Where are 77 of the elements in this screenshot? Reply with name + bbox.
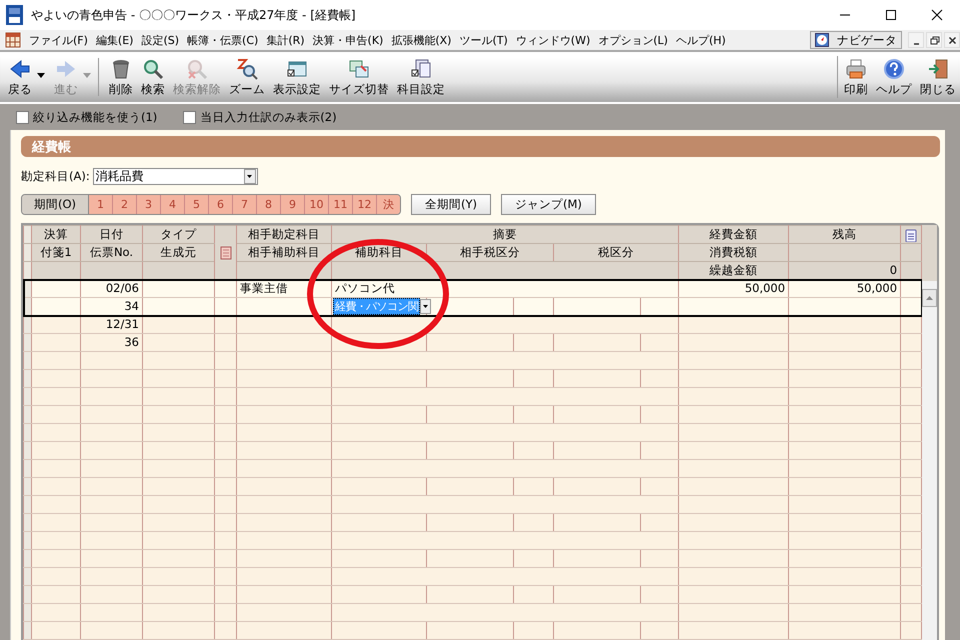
menu-item[interactable]: 拡張機能(X) — [387, 32, 456, 48]
notebook-icon[interactable] — [220, 246, 232, 260]
vertical-scrollbar[interactable] — [922, 225, 937, 640]
section-header: 経費帳 — [21, 136, 940, 157]
table-cell: 02/06 — [80, 280, 142, 298]
search-icon — [186, 58, 208, 80]
toolbar-button[interactable]: ズーム — [225, 52, 269, 102]
ledger-record[interactable]: 02/06 事業主借 パソコン代 50,000 50,000 34 経費・パソコン関 — [24, 280, 922, 316]
toolbar-button[interactable]: 戻る — [4, 52, 50, 102]
toolbar-button[interactable]: 表示設定 — [269, 52, 325, 102]
zoom-icon — [236, 58, 258, 80]
column-header: 伝票No. — [80, 244, 142, 262]
caret-icon — [247, 175, 252, 178]
left-arrow-icon — [9, 58, 31, 80]
period-label: 期間(O) — [22, 195, 89, 214]
column-header: 経費金額 — [678, 226, 789, 244]
column-header: 税区分 — [554, 244, 679, 262]
period-button[interactable]: 全期間(Y) — [411, 194, 491, 215]
table-cell: 事業主借 — [236, 280, 332, 298]
trash-icon — [110, 58, 132, 80]
app-logo-icon — [6, 5, 23, 25]
toolbar-button[interactable]: 閉じる — [916, 56, 960, 98]
maximize-icon[interactable] — [885, 9, 897, 21]
menu-item[interactable]: 決算・申告(K) — [308, 32, 388, 48]
printer-icon — [845, 58, 867, 80]
scroll-up-button[interactable] — [922, 289, 937, 307]
toolbar-button[interactable]: 科目設定 — [393, 52, 449, 102]
toolbar-button[interactable]: 印刷 — [840, 56, 872, 98]
caret-icon[interactable] — [37, 73, 45, 78]
door-icon — [927, 58, 949, 80]
checkbox[interactable]: 当日入力仕訳のみ表示(2) — [183, 110, 337, 124]
column-header: 生成元 — [142, 244, 214, 262]
caret-icon[interactable] — [423, 305, 428, 308]
column-header: 日付 — [80, 226, 142, 244]
column-header: 相手勘定科目 — [236, 226, 332, 244]
checkbox[interactable]: 絞り込み機能を使う(1) — [16, 110, 158, 124]
menu-item[interactable]: 編集(E) — [92, 32, 138, 48]
table-cell: 50,000 — [788, 280, 901, 298]
cards-icon — [410, 58, 432, 80]
ledger-icon[interactable] — [5, 32, 21, 48]
column-header: 消費税額 — [678, 244, 789, 262]
up-arrow-icon — [926, 296, 934, 300]
close-icon[interactable] — [946, 34, 958, 46]
menu-item[interactable]: 帳簿・伝票(C) — [183, 32, 262, 48]
field-label: 勘定科目(A): — [21, 169, 90, 184]
toolbar-button[interactable]: 検索 — [137, 52, 169, 102]
period-button[interactable]: ジャンプ(M) — [501, 194, 596, 215]
menu-item[interactable]: ウィンドウ(W) — [512, 32, 594, 48]
menu-item[interactable]: ファイル(F) — [25, 32, 92, 48]
toolbar-button[interactable]: 削除 — [105, 52, 137, 102]
ledger-record[interactable]: 12/31 36 — [24, 316, 922, 352]
help-icon — [883, 58, 905, 80]
close-icon[interactable] — [931, 9, 943, 21]
table-cell: 12/31 — [80, 316, 142, 334]
toolbar-button[interactable]: サイズ切替 — [325, 52, 393, 102]
column-header: 補助科目 — [332, 244, 426, 262]
search-icon — [142, 58, 164, 80]
column-header: 摘要 — [332, 226, 679, 244]
navigator-button[interactable]: ナビゲータ — [810, 31, 902, 49]
menu-item[interactable]: 集計(R) — [262, 32, 309, 48]
menu-item[interactable]: ヘルプ(H) — [672, 32, 730, 48]
column-header: 付箋1 — [32, 244, 80, 262]
menu-item[interactable]: ツール(T) — [455, 32, 512, 48]
menu-item[interactable]: 設定(S) — [137, 32, 184, 48]
column-header: 相手補助科目 — [236, 244, 332, 262]
column-header: 決算 — [32, 226, 80, 244]
toolbar-button[interactable]: ヘルプ — [872, 56, 916, 98]
table-cell: 50,000 — [678, 280, 789, 298]
column-header: 残高 — [788, 226, 901, 244]
windows-icon — [348, 58, 370, 80]
menu-item[interactable]: オプション(L) — [594, 32, 672, 48]
notepad-icon[interactable] — [905, 228, 918, 242]
account-select[interactable]: 消耗品費 — [92, 168, 258, 185]
window-title: やよいの青色申告 - 〇〇〇ワークス・平成27年度 - [経費帳] — [31, 6, 357, 24]
restore-icon[interactable] — [928, 34, 940, 46]
column-header: タイプ — [142, 226, 214, 244]
compass-icon — [815, 33, 829, 47]
